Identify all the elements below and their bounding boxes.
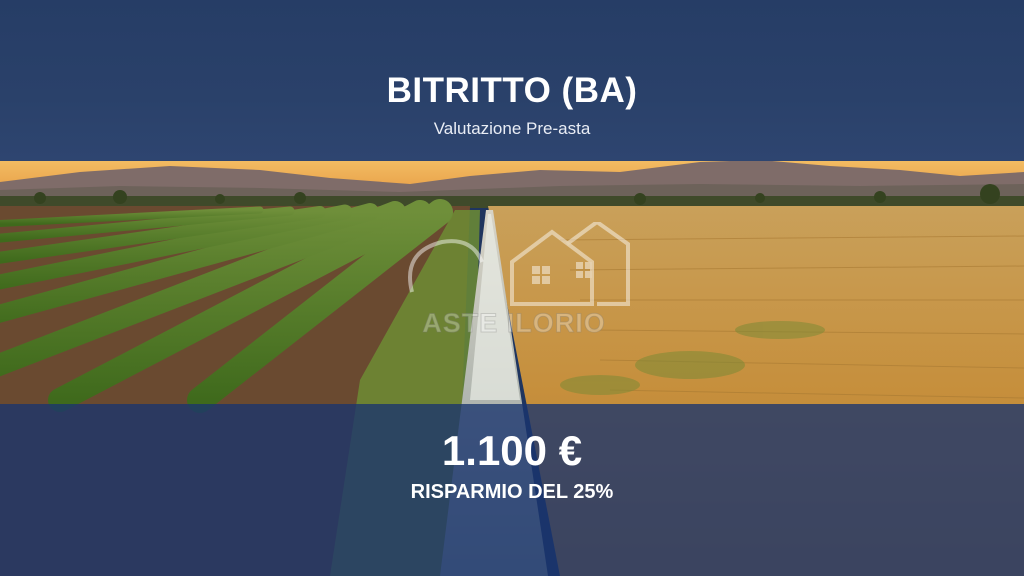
listing-banner: ASTE ILORIO BITRITTO (BA) Valutazione Pr… — [0, 0, 1024, 576]
watermark-text: ASTE ILORIO — [422, 308, 606, 339]
page-title: BITRITTO (BA) — [386, 71, 638, 110]
watermark-logo: ASTE ILORIO — [392, 219, 636, 342]
price-band: 1.100 € RISPARMIO DEL 25% — [0, 404, 1024, 576]
house-logo-icon — [408, 219, 630, 306]
header-band: BITRITTO (BA) Valutazione Pre-asta — [0, 0, 1024, 161]
saving-label: RISPARMIO DEL 25% — [410, 481, 614, 503]
page-subtitle: Valutazione Pre-asta — [433, 119, 591, 138]
price-value: 1.100 € — [441, 427, 583, 474]
